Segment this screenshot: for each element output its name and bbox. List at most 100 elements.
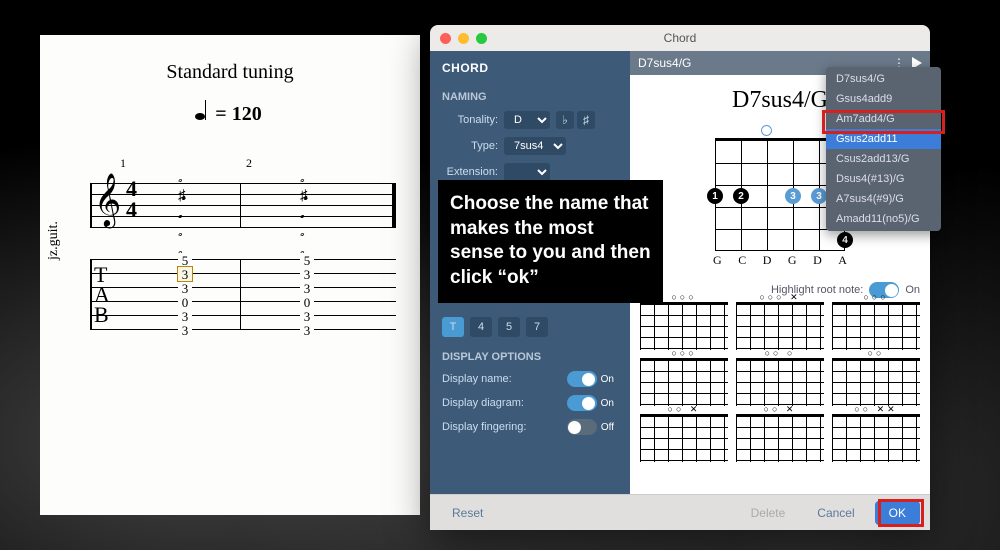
window-title: Chord [664, 31, 697, 45]
dialog-footer: Reset Delete Cancel OK [430, 494, 930, 530]
tonality-label: Tonality: [442, 114, 498, 126]
chord-notes-2: 𝅗♯𝅘𝅘𝅗𝅗 [300, 169, 304, 259]
type-select[interactable]: 7sus4 [504, 137, 566, 155]
instruction-callout: Choose the name that makes the most sens… [438, 180, 663, 303]
tab-fret[interactable]: 0 [178, 295, 192, 309]
tab-fret[interactable]: 5 [300, 253, 314, 267]
tab-fret[interactable]: 3 [178, 281, 192, 295]
tab-fret[interactable]: 5 [178, 253, 192, 267]
alternative-diagram[interactable] [832, 302, 920, 350]
display-diagram-label: Display diagram: [442, 397, 524, 409]
close-icon[interactable] [440, 33, 451, 44]
string-name: D [763, 253, 772, 268]
dropdown-item[interactable]: Gsus4add9 [826, 89, 941, 109]
toggle-state: On [601, 398, 614, 409]
finger-dot[interactable]: 3 [811, 188, 827, 204]
fret-btn[interactable]: 4 [470, 317, 492, 337]
alternatives-grid [630, 298, 930, 472]
string-name: C [738, 253, 746, 268]
tab-column-2[interactable]: 5 3 3 0 3 3 [300, 253, 314, 337]
finger-dot[interactable]: 1 [707, 188, 723, 204]
toggle-state: Off [601, 422, 614, 433]
tab-fret[interactable]: 3 [300, 323, 314, 337]
dropdown-item[interactable]: A7sus4(#9)/G [826, 189, 941, 209]
tab-column-1[interactable]: 5 3 3 0 3 3 [178, 253, 192, 337]
tonality-select[interactable]: D [504, 111, 550, 129]
alternative-diagram[interactable] [640, 302, 728, 350]
dropdown-item[interactable]: Amadd11(no5)/G [826, 209, 941, 229]
quarter-note-icon [198, 102, 206, 120]
time-sig-bottom: 4 [126, 200, 137, 221]
tempo-marking: = 120 [64, 102, 396, 126]
treble-staff: 𝄞 4 4 𝅗♯𝅘𝅘𝅗𝅗 𝅗♯𝅘𝅘𝅗𝅗 [90, 175, 396, 233]
display-fingering-label: Display fingering: [442, 421, 526, 433]
measure-num: 1 [120, 156, 126, 171]
string-name: A [838, 253, 847, 268]
tab-fret[interactable]: 3 [300, 281, 314, 295]
delete-button[interactable]: Delete [739, 502, 798, 524]
string-name: D [813, 253, 822, 268]
score-sheet: Standard tuning = 120 jz.guit. 1 2 𝄞 4 4… [40, 35, 420, 515]
display-name-toggle[interactable] [567, 371, 597, 387]
type-label: Type: [442, 140, 498, 152]
alternative-diagram[interactable] [832, 358, 920, 406]
fret-btn[interactable]: T [442, 317, 464, 337]
toggle-state: On [601, 374, 614, 385]
alternative-diagram[interactable] [832, 414, 920, 462]
sharp-button[interactable]: ♯ [577, 111, 595, 129]
finger-dot[interactable]: 4 [837, 232, 853, 248]
panel-header: CHORD [442, 61, 618, 75]
instrument-label: jz.guit. [46, 221, 62, 260]
string-name: G [788, 253, 797, 268]
tab-fret[interactable]: 3 [178, 323, 192, 337]
extension-select[interactable] [504, 163, 550, 181]
tab-fret[interactable]: 3 [300, 309, 314, 323]
measure-num: 2 [246, 156, 252, 171]
tab-fret[interactable]: 3 [178, 267, 192, 281]
display-diagram-toggle[interactable] [567, 395, 597, 411]
open-string-icon [761, 125, 772, 136]
naming-header: NAMING [442, 91, 618, 103]
alternative-diagram[interactable] [736, 414, 824, 462]
fret-btn[interactable]: 5 [498, 317, 520, 337]
cancel-button[interactable]: Cancel [805, 502, 866, 524]
window-controls [440, 33, 487, 44]
alternative-diagram[interactable] [736, 358, 824, 406]
alternative-diagram[interactable] [640, 414, 728, 462]
tab-staff: T A B 5 3 3 0 3 3 5 3 3 0 3 3 [90, 259, 396, 329]
tab-fret[interactable]: 0 [300, 295, 314, 309]
tempo-value: = 120 [215, 103, 261, 125]
display-options-header: DISPLAY OPTIONS [442, 351, 618, 363]
dropdown-item[interactable]: Dsus4(#13)/G [826, 169, 941, 189]
string-names: G C D G D A [709, 251, 851, 270]
time-signature: 4 4 [126, 179, 137, 221]
string-name: G [713, 253, 722, 268]
reset-button[interactable]: Reset [440, 502, 495, 524]
staff-area: 1 2 𝄞 4 4 𝅗♯𝅘𝅘𝅗𝅗 𝅗♯𝅘𝅘𝅗𝅗 T A B 5 3 3 0 [64, 156, 396, 329]
minimize-icon[interactable] [458, 33, 469, 44]
fret-btn[interactable]: 7 [526, 317, 548, 337]
finger-dot[interactable]: 3 [785, 188, 801, 204]
diagram-title: D7sus4/G [732, 87, 828, 114]
display-name-label: Display name: [442, 373, 512, 385]
alternative-diagram[interactable] [640, 358, 728, 406]
dropdown-item[interactable]: Gsus2add11 [826, 129, 941, 149]
tuning-title: Standard tuning [64, 61, 396, 84]
tab-clef: T A B [94, 265, 110, 324]
titlebar[interactable]: Chord [430, 25, 930, 51]
dropdown-item[interactable]: Am7add4/G [826, 109, 941, 129]
dropdown-item[interactable]: Csus2add13/G [826, 149, 941, 169]
dropdown-item[interactable]: D7sus4/G [826, 69, 941, 89]
tab-fret[interactable]: 3 [178, 309, 192, 323]
chord-notes-1: 𝅗♯𝅘𝅘𝅗𝅗 [178, 169, 182, 259]
chord-name-dropdown[interactable]: D7sus4/GGsus4add9Am7add4/GGsus2add11Csus… [826, 67, 941, 231]
display-fingering-toggle[interactable] [567, 419, 597, 435]
extension-label: Extension: [442, 166, 498, 178]
treble-clef-icon: 𝄞 [94, 177, 121, 223]
alternative-diagram[interactable] [736, 302, 824, 350]
ok-button[interactable]: OK [875, 501, 920, 525]
tab-fret[interactable]: 3 [300, 267, 314, 281]
maximize-icon[interactable] [476, 33, 487, 44]
flat-button[interactable]: ♭ [556, 111, 574, 129]
finger-dot[interactable]: 2 [733, 188, 749, 204]
